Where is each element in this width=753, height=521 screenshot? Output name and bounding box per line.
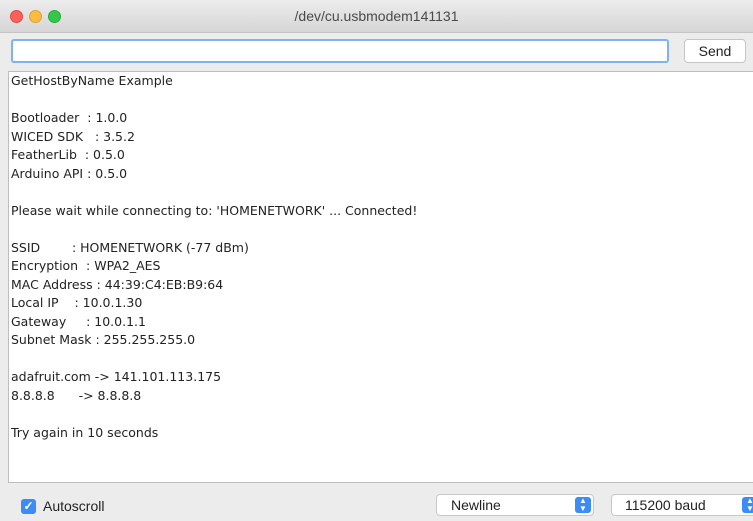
serial-output-area[interactable]: GetHostByName Example Bootloader : 1.0.0… [8, 71, 753, 483]
output-line: Bootloader : 1.0.0 [11, 110, 128, 125]
output-line: Gateway : 10.0.1.1 [11, 313, 146, 329]
window-title: /dev/cu.usbmodem141131 [294, 8, 459, 24]
output-line: FeatherLib : 0.5.0 [11, 147, 125, 162]
autoscroll-checkbox[interactable]: ✓ [21, 499, 36, 514]
chevron-updown-icon: ▲ ▼ [742, 497, 753, 513]
output-line: Local IP : 10.0.1.30 [11, 295, 143, 310]
baud-rate-value: 115200 baud [625, 497, 706, 513]
output-line: 8.8.8.8 -> 8.8.8.8 [11, 387, 142, 403]
line-ending-value: Newline [451, 497, 501, 513]
checkmark-icon: ✓ [23, 499, 34, 513]
chevron-updown-icon: ▲ ▼ [575, 497, 591, 513]
line-ending-select[interactable]: Newline ▲ ▼ [436, 494, 594, 516]
status-bar: ✓ Autoscroll Newline ▲ ▼ 115200 baud ▲ ▼ [0, 484, 753, 521]
baud-rate-select[interactable]: 115200 baud ▲ ▼ [611, 494, 753, 516]
serial-toolbar: Send [0, 33, 753, 70]
output-line: Arduino API : 0.5.0 [11, 165, 128, 181]
output-line: adafruit.com -> 141.101.113.175 [11, 369, 222, 384]
output-line: Try again in 10 seconds [11, 424, 159, 440]
send-button[interactable]: Send [684, 39, 746, 63]
output-line: GetHostByName Example [11, 73, 173, 88]
output-line: WICED SDK : 3.5.2 [11, 128, 135, 144]
serial-send-input[interactable] [11, 39, 669, 63]
autoscroll-label: Autoscroll [43, 498, 105, 514]
title-bar: /dev/cu.usbmodem141131 [0, 0, 753, 33]
output-line: MAC Address : 44:39:C4:EB:B9:64 [11, 276, 224, 292]
output-line: SSID : HOMENETWORK (-77 dBm) [11, 239, 249, 255]
output-line: Encryption : WPA2_AES [11, 258, 161, 273]
output-line: Subnet Mask : 255.255.255.0 [11, 332, 196, 347]
output-line: Please wait while connecting to: 'HOMENE… [11, 202, 418, 218]
